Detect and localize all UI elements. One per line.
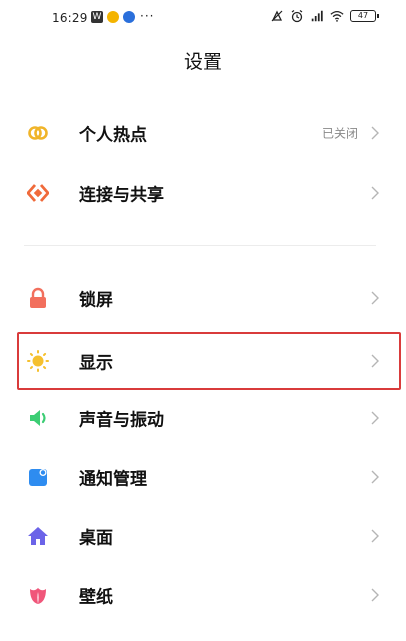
lock-icon [30,287,46,308]
settings-screen: 16:29 W ··· 47 设置 个人热点 已关闭 连接与共享 锁屏 显示 声… [0,0,406,641]
settings-item-label: 通知管理 [79,469,147,490]
settings-item-lockscreen[interactable]: 锁屏 [0,269,406,327]
hotspot-icon [28,126,48,140]
chevron-right-icon [371,186,379,200]
status-time: 16:29 [52,11,88,25]
do-not-disturb-icon [271,10,283,22]
settings-item-wallpaper[interactable]: 壁纸 [0,566,406,624]
settings-item-label: 桌面 [79,528,113,549]
alarm-icon [291,10,303,23]
notification-icon [29,469,47,486]
settings-item-hotspot[interactable]: 个人热点 已关闭 [0,104,406,162]
wps-app-icon: W [91,11,103,23]
settings-item-label: 锁屏 [79,290,113,311]
chevron-right-icon [371,126,379,140]
settings-item-sound-vibration[interactable]: 声音与振动 [0,389,406,447]
chevron-right-icon [371,291,379,305]
settings-item-label: 个人热点 [79,125,147,146]
flower-icon [30,588,46,604]
speaker-icon [30,410,46,426]
app-notification-icon [107,11,119,23]
settings-item-desktop[interactable]: 桌面 [0,507,406,565]
hotspot-status-value: 已关闭 [321,126,358,141]
settings-item-label: 壁纸 [79,587,113,608]
status-indicators: 47 [270,9,379,23]
page-title: 设置 [183,51,222,73]
wifi-icon [330,11,344,22]
app-notification-icon-2 [123,11,135,23]
chevron-right-icon [371,529,379,543]
home-icon [28,527,48,545]
settings-item-connection-sharing[interactable]: 连接与共享 [0,164,406,222]
display-highlight-box [17,332,401,390]
section-divider [24,245,376,246]
signal-icon [311,10,323,22]
settings-item-label: 连接与共享 [79,185,164,206]
more-notifications-indicator: ··· [140,9,155,23]
chevron-right-icon [371,588,379,602]
battery-icon: 47 [350,10,379,22]
settings-item-notifications[interactable]: 通知管理 [0,448,406,506]
status-bar: 16:29 W ··· 47 [0,0,406,36]
chevron-right-icon [371,411,379,425]
settings-item-label: 声音与振动 [79,410,164,431]
share-icon [27,184,49,202]
chevron-right-icon [371,470,379,484]
